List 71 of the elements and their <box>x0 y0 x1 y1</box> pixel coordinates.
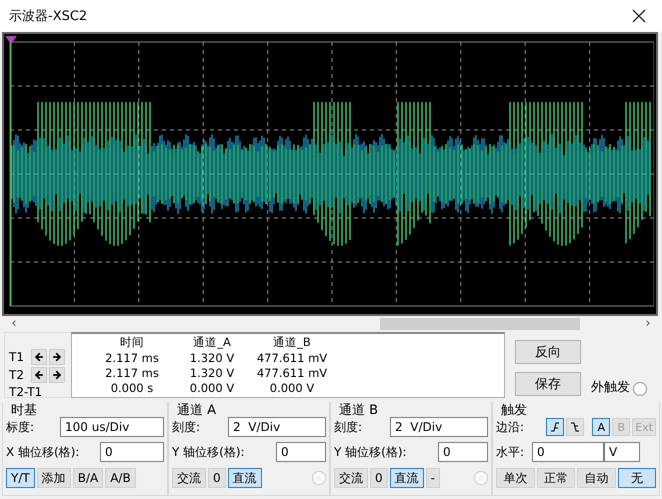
window-title: 示波器-XSC2 <box>9 8 88 25</box>
radio-button[interactable] <box>633 382 647 396</box>
cursor-label: T1 <box>9 350 25 364</box>
cursor-move-button[interactable] <box>31 349 47 365</box>
display-mode-button[interactable]: 添加 <box>36 468 71 488</box>
edge-label: 边沿: <box>496 418 524 436</box>
readout-value: 0.000 V <box>188 380 236 394</box>
x-offset-label: X 轴位移(格): <box>6 444 80 460</box>
radio-button[interactable] <box>474 471 488 485</box>
display-mode-button[interactable]: Y/T <box>6 468 35 488</box>
readout-value: 477.611 mV <box>256 366 328 380</box>
coupling-button[interactable]: 交流 <box>172 468 206 488</box>
x-offset-field[interactable]: 0 <box>100 442 164 462</box>
trigger-mode-button[interactable]: 自动 <box>577 468 616 488</box>
cursor-move-button[interactable] <box>31 367 47 383</box>
readout-value: 0.000 V <box>268 380 316 394</box>
left-arrow-icon <box>33 369 45 381</box>
column-header: 时间 <box>119 335 145 350</box>
left-arrow-icon <box>33 351 45 363</box>
trigger-mode-button[interactable]: 无 <box>618 468 656 488</box>
scroll-thumb[interactable] <box>380 318 580 330</box>
cursor-label: T2 <box>9 368 25 382</box>
timebase-title: 时基 <box>11 401 37 419</box>
display-mode-button[interactable]: B/A <box>72 468 104 488</box>
readout-value: 0.000 s <box>110 380 154 394</box>
trigger-mode-button[interactable]: 单次 <box>496 468 534 488</box>
scroll-left-arrow[interactable]: ‹ <box>4 317 24 331</box>
unit-field[interactable]: V <box>604 442 640 462</box>
coupling-button[interactable]: 0 <box>370 468 388 488</box>
readout-value: 1.320 V <box>188 366 236 380</box>
action-button[interactable]: 反向 <box>515 340 581 364</box>
y-offset-field[interactable]: 0 <box>438 442 488 462</box>
display-mode-button[interactable]: A/B <box>105 468 136 488</box>
radio-button[interactable] <box>312 471 326 485</box>
y-offset-label: Y 轴位移(格): <box>334 444 407 460</box>
scale-label: 刻度: <box>172 418 200 436</box>
external-trigger-label: 外触发 <box>591 379 630 396</box>
scale-label: 刻度: <box>334 418 362 436</box>
scale-field[interactable]: 100 us/Div <box>60 417 164 437</box>
readout-value: 1.320 V <box>188 350 236 364</box>
level-label: 水平: <box>496 444 524 460</box>
column-header: 通道_B <box>272 335 312 350</box>
falling-edge-icon <box>569 421 582 433</box>
rising-edge-icon <box>549 421 562 433</box>
right-arrow-icon <box>51 369 63 381</box>
right-arrow-icon <box>51 351 63 363</box>
cursor-move-button[interactable] <box>49 367 65 383</box>
coupling-button[interactable]: 0 <box>208 468 226 488</box>
trigger-level-field[interactable]: 0 <box>532 442 604 462</box>
scale-field[interactable]: 2 V/Div <box>228 417 326 437</box>
trigger-source-button[interactable]: A <box>592 418 610 436</box>
trigger-title: 触发 <box>501 401 527 419</box>
coupling-button[interactable]: 交流 <box>334 468 368 488</box>
readout-value: 2.117 ms <box>104 366 160 380</box>
y-offset-field[interactable]: 0 <box>276 442 326 462</box>
cursor-move-button[interactable] <box>49 349 65 365</box>
scroll-right-arrow[interactable]: › <box>638 317 658 331</box>
trigger-mode-button[interactable]: 正常 <box>536 468 575 488</box>
column-header: 通道_A <box>192 335 232 350</box>
coupling-button[interactable]: 直流 <box>228 468 262 488</box>
cursor-label: T2-T1 <box>9 385 42 399</box>
readout-value: 2.117 ms <box>104 350 160 364</box>
action-button[interactable]: 保存 <box>515 372 581 396</box>
scale-field[interactable]: 2 V/Div <box>390 417 488 437</box>
edge-button[interactable] <box>546 418 564 436</box>
scale-label: 标度: <box>6 418 34 436</box>
invert-button[interactable]: - <box>426 468 440 488</box>
readout-value: 477.611 mV <box>256 350 328 364</box>
coupling-button[interactable]: 直流 <box>390 468 424 488</box>
y-offset-label: Y 轴位移(格): <box>172 444 245 460</box>
close-icon <box>632 9 646 23</box>
